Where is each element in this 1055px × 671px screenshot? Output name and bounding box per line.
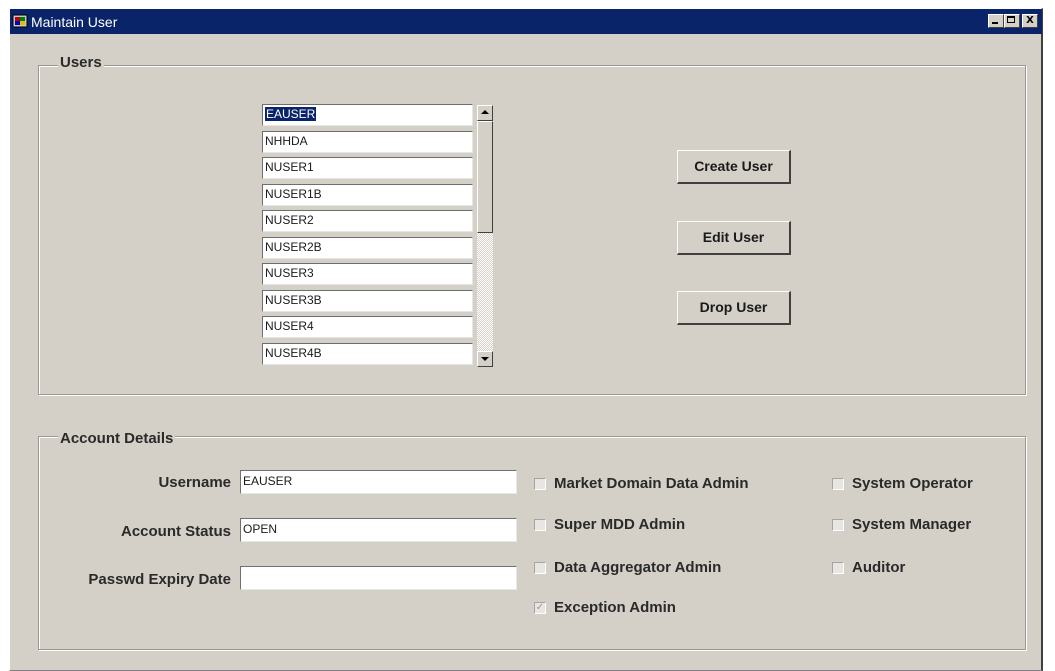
checkbox-label: Data Aggregator Admin (554, 559, 722, 576)
passwd-expiry-label: Passwd Expiry Date (88, 571, 231, 588)
list-item[interactable]: NUSER4 (262, 316, 473, 338)
window-title: Maintain User (31, 14, 118, 30)
checkbox-box[interactable] (534, 478, 546, 490)
list-item[interactable]: NUSER2 (262, 210, 473, 232)
minimize-icon (992, 22, 998, 24)
list-item[interactable]: NUSER2B (262, 237, 473, 259)
create-user-button[interactable]: Create User (677, 150, 791, 184)
arrow-down-icon (481, 357, 489, 361)
account-status-label: Account Status (120, 523, 231, 540)
list-item[interactable]: NUSER3B (262, 290, 473, 312)
username-field[interactable]: EAUSER (240, 470, 517, 494)
checkmark-icon: ✓ (535, 602, 545, 613)
scroll-thumb[interactable] (477, 121, 493, 233)
maximize-button[interactable] (1004, 14, 1020, 28)
users-group-label: Users (58, 54, 104, 72)
users-listbox[interactable]: EAUSER NHHDA NUSER1 NUSER1B NUSER2 NUSER… (262, 104, 473, 368)
checkbox-label: Auditor (852, 559, 906, 576)
list-item[interactable]: NUSER4B (262, 343, 473, 365)
edit-user-button[interactable]: Edit User (677, 221, 791, 255)
passwd-expiry-field[interactable] (240, 566, 517, 590)
app-icon (12, 14, 28, 28)
scroll-down-button[interactable] (477, 351, 493, 367)
checkbox-box[interactable] (832, 519, 844, 531)
list-item[interactable]: NUSER3 (262, 263, 473, 285)
maintain-user-window: Maintain User X Users EAUSER NHHDA NUSER… (9, 8, 1043, 671)
account-status-field[interactable]: OPEN (240, 518, 517, 542)
account-details-groupbox (38, 436, 1026, 650)
checkbox-box[interactable] (832, 478, 844, 490)
account-details-group-label: Account Details (58, 430, 176, 448)
drop-user-button[interactable]: Drop User (677, 291, 791, 325)
checkbox-label: System Operator (852, 475, 973, 492)
minimize-button[interactable] (988, 14, 1004, 28)
checkbox-label: Market Domain Data Admin (554, 475, 749, 492)
checkbox-box[interactable] (534, 562, 546, 574)
list-item-selected[interactable]: EAUSER (262, 104, 473, 126)
checkbox-box[interactable] (832, 562, 844, 574)
checkbox-box[interactable]: ✓ (534, 602, 546, 614)
checkbox-label: Exception Admin (554, 599, 676, 616)
close-icon: X (1026, 15, 1034, 26)
list-item[interactable]: NHHDA (262, 131, 473, 153)
scroll-up-button[interactable] (477, 105, 493, 121)
checkbox-box[interactable] (534, 519, 546, 531)
username-label: Username (158, 474, 231, 491)
list-item-label: EAUSER (265, 107, 317, 121)
list-item[interactable]: NUSER1B (262, 184, 473, 206)
checkbox-label: Super MDD Admin (554, 516, 686, 533)
maximize-icon (1007, 16, 1015, 23)
close-button[interactable]: X (1022, 14, 1038, 28)
users-scrollbar[interactable] (477, 105, 493, 367)
users-groupbox (38, 65, 1026, 395)
list-item[interactable]: NUSER1 (262, 157, 473, 179)
title-bar[interactable]: Maintain User X (10, 9, 1042, 34)
checkbox-label: System Manager (852, 516, 972, 533)
arrow-up-icon (481, 110, 489, 114)
